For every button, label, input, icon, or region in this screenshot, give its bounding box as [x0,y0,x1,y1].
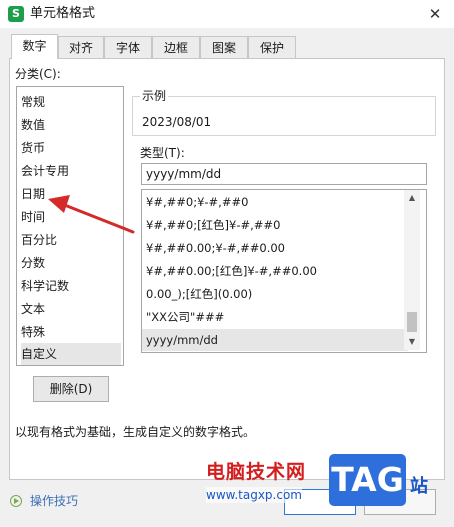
watermark-url: www.tagxp.com [206,487,302,503]
watermark-tag-logo: TAG [329,454,406,506]
tips-link[interactable]: 操作技巧 [30,494,78,508]
watermark-title: 电脑技术网 [206,461,307,483]
annotation-arrow-icon [48,195,135,234]
watermark-site: 站 [410,476,428,497]
tab-number[interactable]: 数字 [11,34,58,59]
play-circle-icon[interactable] [10,495,22,507]
